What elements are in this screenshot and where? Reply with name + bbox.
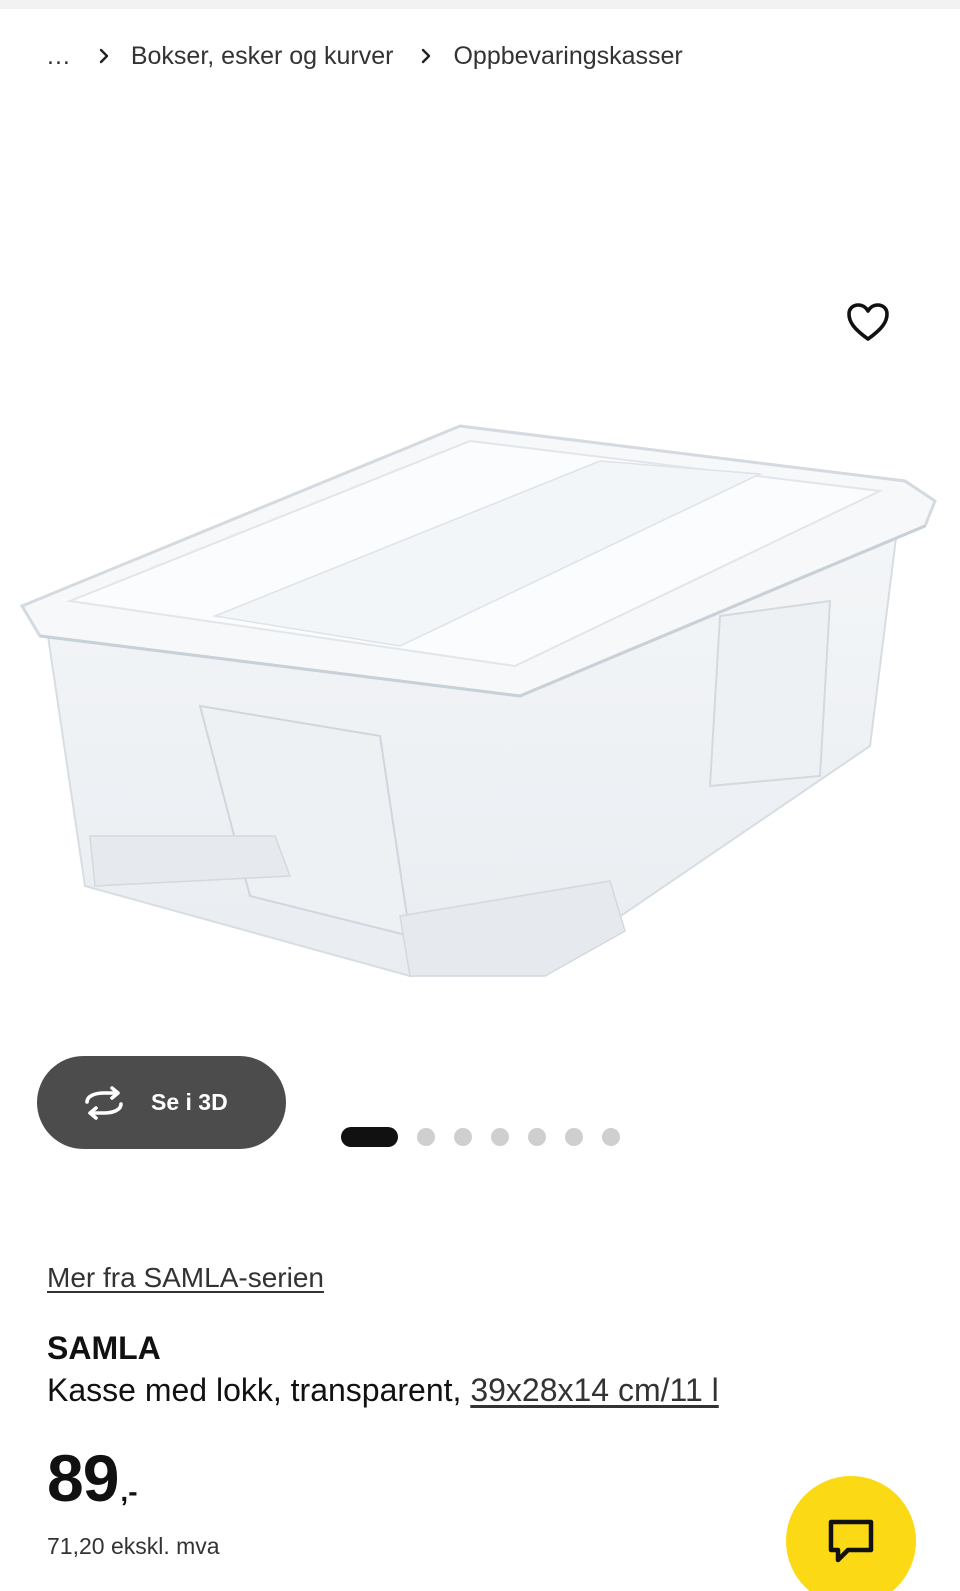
top-strip xyxy=(0,0,960,9)
chat-bubble-icon xyxy=(828,1519,874,1563)
view-3d-label: Se i 3D xyxy=(151,1089,228,1115)
price-ex-vat: 71,20 ekskl. mva xyxy=(47,1533,220,1559)
price-suffix: ,- xyxy=(120,1476,138,1507)
carousel-dot[interactable] xyxy=(565,1128,583,1146)
carousel-dot-active[interactable] xyxy=(341,1127,398,1147)
carousel-dot[interactable] xyxy=(454,1128,472,1146)
carousel-dot[interactable] xyxy=(528,1128,546,1146)
chevron-right-icon xyxy=(97,46,111,66)
carousel-indicator xyxy=(341,1127,620,1147)
product-media: Se i 3D xyxy=(0,96,960,1196)
carousel-dot[interactable] xyxy=(491,1128,509,1146)
carousel-dot[interactable] xyxy=(417,1128,435,1146)
product-description: Kasse med lokk, transparent, 39x28x14 cm… xyxy=(47,1372,719,1409)
chevron-right-icon xyxy=(419,46,433,66)
breadcrumb-item-storage-boxes[interactable]: Oppbevaringskasser xyxy=(453,42,682,71)
chat-button[interactable] xyxy=(786,1476,916,1591)
view-3d-button[interactable]: Se i 3D xyxy=(37,1056,286,1149)
product-description-text: Kasse med lokk, transparent, xyxy=(47,1372,462,1408)
heart-icon xyxy=(847,303,889,341)
product-price: 89 ,- xyxy=(47,1440,138,1516)
carousel-dot[interactable] xyxy=(602,1128,620,1146)
favorite-button[interactable] xyxy=(838,292,898,352)
rotate-3d-icon xyxy=(85,1085,123,1120)
product-name: SAMLA xyxy=(47,1330,161,1366)
series-link[interactable]: Mer fra SAMLA-serien xyxy=(47,1262,324,1294)
breadcrumb: ... Bokser, esker og kurver Oppbevarings… xyxy=(47,36,683,76)
product-image[interactable] xyxy=(0,316,960,1016)
price-integer: 89 xyxy=(47,1441,119,1515)
breadcrumb-ellipsis[interactable]: ... xyxy=(47,42,71,71)
product-dimensions-link[interactable]: 39x28x14 cm/11 l xyxy=(470,1372,718,1408)
breadcrumb-item-boxes[interactable]: Bokser, esker og kurver xyxy=(131,42,394,71)
